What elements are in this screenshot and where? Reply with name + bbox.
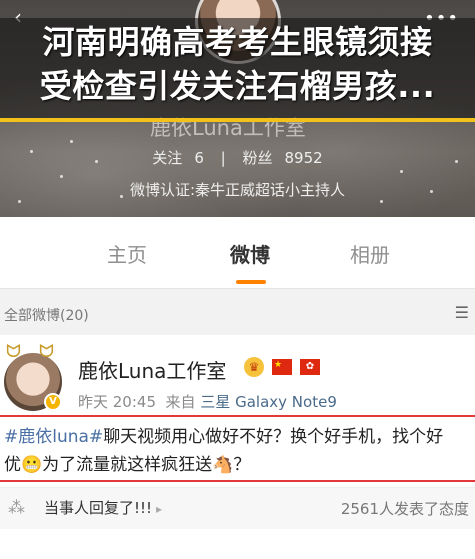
- active-tab-indicator: [236, 280, 266, 284]
- post-topic[interactable]: #鹿依luna#: [4, 427, 103, 447]
- post-text-line2b: 为了流量就这样疯狂送: [42, 455, 213, 475]
- profile-stats: 关注 6 | 粉丝 8952: [0, 147, 475, 168]
- headline-line-1: 河南明确高考考生眼镜须接: [42, 23, 433, 61]
- profile-tabs: 主页 微博 相册: [0, 217, 475, 289]
- followers-count[interactable]: 8952: [285, 149, 323, 167]
- tab-album[interactable]: 相册: [350, 239, 390, 268]
- comment-bubble-icon: ⁂: [8, 498, 25, 518]
- crown-badge-icon: ♛: [244, 357, 264, 377]
- filter-bar: 全部微博(20) ☰: [0, 297, 475, 331]
- verified-badge-icon: V: [44, 393, 62, 411]
- author-reply-link[interactable]: 当事人回复了!!! ▸: [36, 495, 170, 521]
- post-card: ᗢᗢ V 鹿依Luna工作室 ♛ ★ ✿ 昨天 20:45 来自 三星 Gala…: [0, 335, 475, 559]
- reaction-count[interactable]: 2561人发表了态度: [341, 498, 469, 519]
- source-prefix: 来自: [165, 393, 196, 411]
- post-meta: 昨天 20:45 来自 三星 Galaxy Note9: [78, 391, 337, 412]
- post-device: 三星 Galaxy Note9: [200, 393, 337, 411]
- post-body: #鹿依luna#聊天视频用心做好不好？换个好手机，找个好 优😬为了流量就这样疯狂…: [4, 423, 472, 479]
- post-text-line1: 聊天视频用心做好不好？换个好手机，找个好: [103, 427, 444, 447]
- following-label[interactable]: 关注: [152, 149, 182, 167]
- sparkle: [380, 200, 383, 203]
- filter-icon[interactable]: ☰: [455, 303, 469, 322]
- antler-decoration-icon: ᗢᗢ: [6, 341, 72, 362]
- poster-name[interactable]: 鹿依Luna工作室: [78, 355, 226, 384]
- following-count[interactable]: 6: [194, 149, 204, 167]
- sparkle: [60, 175, 63, 178]
- post-text-line2a: 优: [4, 455, 21, 475]
- china-flag-icon: ★: [272, 359, 292, 375]
- stats-separator: |: [220, 149, 226, 167]
- tab-weibo[interactable]: 微博: [230, 239, 270, 268]
- hong-kong-flag-icon: ✿: [300, 359, 320, 375]
- sparkle: [70, 140, 73, 143]
- all-weibo-count: 全部微博(20): [4, 308, 89, 324]
- comment-bar: ⁂ 当事人回复了!!! ▸ 2561人发表了态度: [0, 487, 475, 529]
- verification-text: 微博认证:秦牛正威超话小主持人: [129, 181, 346, 199]
- post-text-line2c: ？: [233, 455, 251, 475]
- headline-line-2: 受检查引发关注石榴男孩...: [39, 67, 436, 105]
- author-reply-label: 当事人回复了!!!: [44, 499, 153, 517]
- profile-header: ‹ ••• 鹿依Luna工作室 关注6 | 粉丝8952 微博认证:秦牛正威超话…: [0, 0, 475, 217]
- chevron-right-icon: ▸: [156, 502, 163, 516]
- tab-home[interactable]: 主页: [107, 239, 147, 268]
- grin-emoji-icon: 😬: [21, 455, 43, 475]
- sparkle: [400, 170, 403, 173]
- followers-label[interactable]: 粉丝: [242, 149, 272, 167]
- sparkle: [18, 200, 21, 203]
- post-time: 昨天 20:45: [78, 393, 156, 411]
- horse-emoji-icon: 🐴: [212, 455, 234, 475]
